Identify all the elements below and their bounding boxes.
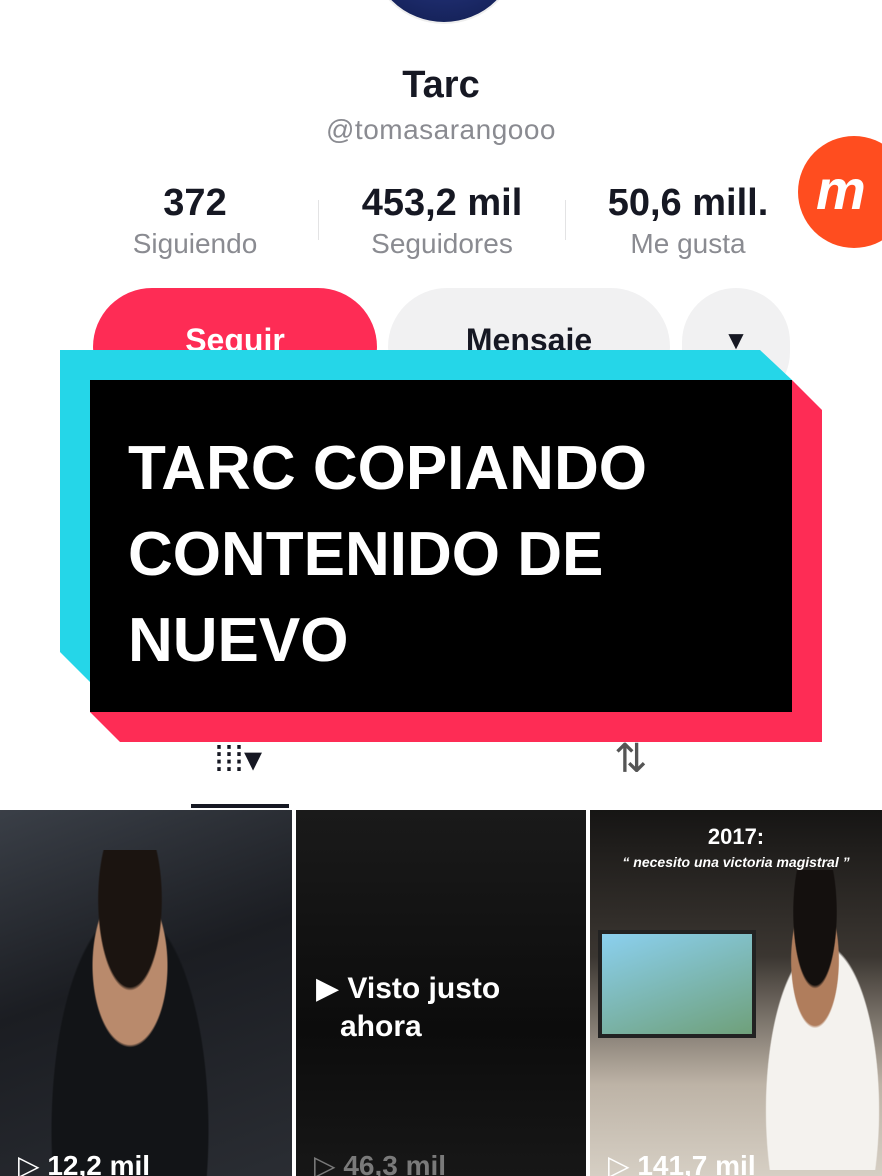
overlay-caption: TARC COPIANDO CONTENIDO DE NUEVO: [128, 426, 768, 684]
overlay-caption-line: TARC COPIANDO: [128, 434, 647, 503]
video-views: ▷ 46,3 mil: [314, 1150, 447, 1176]
tab-videos[interactable]: ⁞⁞⁞▾: [214, 738, 262, 780]
repost-icon: ⇅: [614, 737, 648, 781]
overlay-caption-line: CONTENIDO DE: [128, 520, 604, 589]
video-thumbnail[interactable]: ▶ Visto justo ahora ▷ 46,3 mil: [296, 810, 586, 1176]
profile-handle: @tomasarangooo: [325, 114, 556, 145]
overlay-caption-line: NUEVO: [128, 606, 349, 675]
video-views: ▷ 12,2 mil: [18, 1150, 151, 1176]
brand-logo: m: [798, 136, 882, 248]
video-thumbnail[interactable]: ▷ 12,2 mil: [0, 810, 292, 1176]
stat-divider: [565, 200, 566, 240]
video-caption-year: 2017:: [707, 824, 765, 849]
stat-followers-label: Seguidores: [371, 228, 513, 259]
thumbnail-person: [740, 870, 882, 1170]
video-views: ▷ 141,7 mil: [608, 1150, 756, 1176]
stat-following[interactable]: 372 Siguiendo: [118, 182, 272, 264]
stat-following-label: Siguiendo: [132, 228, 258, 259]
seen-now-label: ▶ Visto justo ahora: [316, 970, 500, 1046]
stat-following-value: 372: [163, 182, 227, 224]
grid-icon: ⁞⁞⁞▾: [214, 738, 263, 779]
thumbnail-person: [30, 850, 230, 1176]
video-thumbnail[interactable]: 2017: “ necesito una victoria magistral …: [590, 810, 882, 1176]
stat-followers-value: 453,2 mil: [361, 182, 523, 224]
stat-likes-value: 50,6 mill.: [607, 182, 769, 224]
tab-active-indicator: [191, 804, 289, 808]
tab-reposts[interactable]: ⇅: [614, 736, 648, 782]
avatar[interactable]: [368, 0, 520, 24]
stat-followers[interactable]: 453,2 mil Seguidores: [340, 182, 544, 264]
video-caption-quote: “ necesito una victoria magistral ”: [622, 854, 850, 870]
stat-likes: 50,6 mill. Me gusta: [592, 182, 784, 264]
seen-now-line: ▶ Visto justo: [316, 972, 501, 1005]
seen-now-line: ahora: [340, 1010, 422, 1043]
profile-name: Tarc: [402, 64, 480, 106]
thumbnail-monitor: [598, 930, 756, 1038]
stat-divider: [318, 200, 319, 240]
stat-likes-label: Me gusta: [630, 228, 746, 259]
